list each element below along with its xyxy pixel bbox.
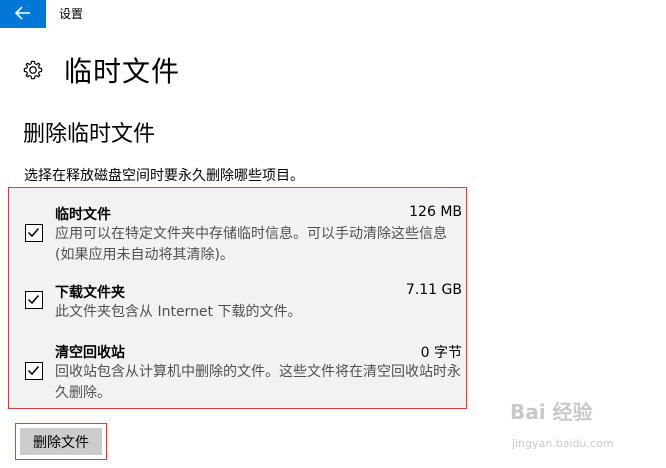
- item-name: 清空回收站: [55, 345, 125, 361]
- recycle-bin-checkbox[interactable]: [25, 362, 43, 380]
- page-title: 临时文件: [64, 55, 181, 88]
- page-header: 临时文件: [22, 50, 180, 90]
- window-title: 设置: [59, 7, 84, 21]
- back-button[interactable]: [0, 0, 46, 28]
- item-name: 临时文件: [55, 207, 111, 223]
- cleanup-items-list: 临时文件 126 MB 应用可以在特定文件夹中存储临时信息。可以手动清除这些信息…: [8, 187, 467, 409]
- checkmark-icon: [27, 228, 40, 238]
- gear-icon: [23, 60, 43, 80]
- item-size: 126 MB: [409, 204, 462, 220]
- delete-files-button-highlight: 删除文件: [15, 423, 107, 460]
- downloads-checkbox[interactable]: [25, 291, 43, 309]
- back-arrow-icon: [14, 5, 31, 24]
- item-description: 此文件夹包含从 Internet 下载的文件。: [55, 304, 302, 320]
- delete-files-button[interactable]: 删除文件: [20, 428, 102, 455]
- temp-files-checkbox[interactable]: [25, 224, 43, 242]
- item-size: 0 字节: [420, 345, 462, 361]
- item-description: 回收站包含从计算机中删除的文件。这些文件将在清空回收站时永久删除。: [55, 364, 461, 401]
- checkmark-icon: [27, 366, 40, 376]
- instruction-text: 选择在释放磁盘空间时要永久删除哪些项目。: [24, 168, 304, 184]
- checkmark-icon: [27, 295, 40, 305]
- title-bar: 设置: [0, 0, 666, 28]
- item-description: 应用可以在特定文件夹中存储临时信息。可以手动清除这些信息(如果应用未自动将其清除…: [55, 226, 447, 263]
- section-title: 删除临时文件: [23, 122, 156, 147]
- item-size: 7.11 GB: [405, 282, 462, 298]
- watermark-logo: Bai 经验: [510, 400, 593, 424]
- watermark-url: jingyan.baidu.com: [512, 437, 614, 450]
- item-name: 下载文件夹: [55, 285, 125, 301]
